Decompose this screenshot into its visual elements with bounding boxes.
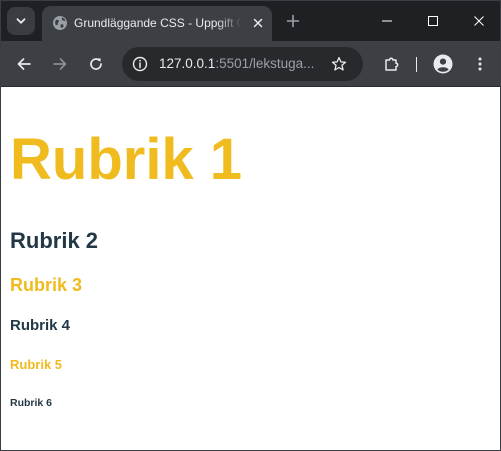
address-bar[interactable]: 127.0.0.1:5501/lekstuga... (122, 47, 363, 81)
tab-title: Grundläggande CSS - Uppgift 02 (74, 16, 242, 30)
close-window-button[interactable] (456, 1, 500, 41)
person-icon (433, 54, 453, 74)
url-host: 127.0.0.1 (159, 56, 216, 71)
info-icon (132, 56, 148, 72)
page-content: Rubrik 1 Rubrik 2 Rubrik 3 Rubrik 4 Rubr… (1, 88, 500, 450)
url-text: 127.0.0.1:5501/lekstuga... (159, 55, 321, 73)
profile-button[interactable] (429, 50, 457, 78)
globe-icon (53, 16, 67, 30)
heading-4: Rubrik 4 (10, 317, 71, 334)
reload-button[interactable] (82, 50, 110, 78)
extensions-button[interactable] (378, 50, 406, 78)
maximize-icon (428, 16, 438, 26)
browser-toolbar: 127.0.0.1:5501/lekstuga... (1, 41, 500, 87)
new-tab-button[interactable] (283, 11, 303, 31)
more-vertical-icon (478, 57, 482, 71)
puzzle-icon (385, 57, 399, 71)
close-icon (253, 18, 263, 28)
minimize-button[interactable] (364, 1, 410, 41)
toolbar-separator (416, 57, 417, 72)
maximize-button[interactable] (410, 1, 456, 41)
star-icon (331, 56, 347, 71)
tab-close-button[interactable] (248, 13, 268, 33)
site-info-button[interactable] (128, 52, 152, 76)
minimize-icon (382, 20, 392, 22)
heading-3: Rubrik 3 (10, 275, 83, 295)
bookmark-button[interactable] (327, 52, 351, 76)
browser-menu-button[interactable] (466, 50, 494, 78)
tab-search-button[interactable] (7, 7, 35, 35)
url-path: :5501/lekstuga... (215, 56, 315, 71)
heading-2: Rubrik 2 (10, 228, 99, 253)
arrow-left-icon (17, 58, 31, 70)
heading-1: Rubrik 1 (10, 127, 243, 192)
arrow-right-icon (53, 58, 67, 70)
chevron-down-icon (16, 18, 26, 24)
tab-active[interactable]: Grundläggande CSS - Uppgift 02 (42, 6, 272, 41)
heading-5: Rubrik 5 (10, 357, 63, 372)
tab-strip: Grundläggande CSS - Uppgift 02 (1, 1, 500, 41)
forward-button[interactable] (46, 50, 74, 78)
reload-icon (90, 58, 102, 70)
plus-icon (286, 14, 300, 28)
close-icon (474, 16, 484, 26)
back-button[interactable] (10, 50, 38, 78)
browser-window: Grundläggande CSS - Uppgift 02 127.0.0.1… (0, 0, 501, 451)
heading-6: Rubrik 6 (10, 397, 53, 409)
